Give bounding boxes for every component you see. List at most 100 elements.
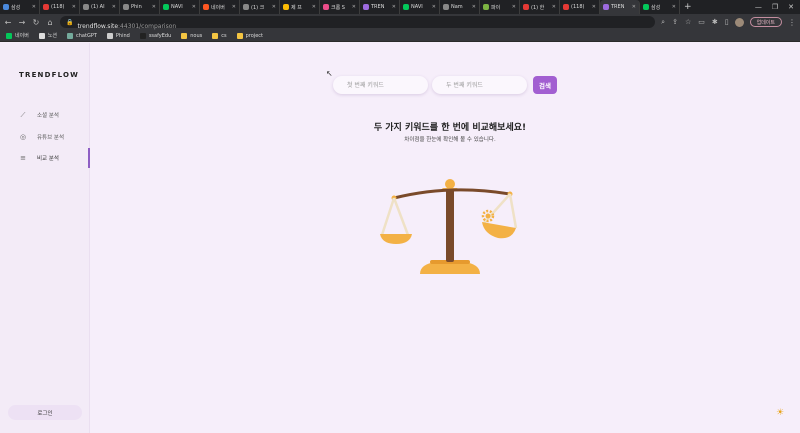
- app-logo[interactable]: TRENDFLOW: [19, 71, 79, 79]
- browser-tab[interactable]: 네이버 ✕: [200, 0, 240, 14]
- bookmark-label: project: [245, 32, 263, 39]
- star-icon[interactable]: ☆: [685, 18, 691, 27]
- url-field[interactable]: 🔒 trendflow.site:44301/comparison: [60, 16, 656, 30]
- tab-favicon-icon: [3, 4, 9, 10]
- scale-string: [508, 193, 518, 229]
- lock-icon: 🔒: [66, 18, 74, 26]
- tab-title: (118): [51, 4, 65, 10]
- bookmark-item[interactable]: cs: [212, 32, 227, 39]
- bookmark-item[interactable]: nous: [181, 32, 202, 39]
- tab-close-icon[interactable]: ✕: [312, 4, 316, 10]
- chart-line-icon: ⟋: [20, 110, 26, 119]
- tab-favicon-icon: [283, 4, 289, 10]
- tab-title: (1) 크: [251, 4, 265, 11]
- menu-dots-icon[interactable]: ⋮: [788, 18, 796, 27]
- sidebar-item-comparison[interactable]: ≡ 비교 분석: [0, 148, 90, 168]
- second-keyword-input[interactable]: [432, 76, 527, 94]
- bookmark-item[interactable]: ssafyEdu: [139, 32, 171, 39]
- scale-string: [392, 197, 410, 236]
- browser-tab[interactable]: (118) ✕: [40, 0, 80, 14]
- window-icon[interactable]: ▭: [698, 18, 705, 27]
- browser-tab[interactable]: 크롬 S ✕: [320, 0, 360, 14]
- tab-close-icon[interactable]: ✕: [72, 4, 76, 10]
- new-tab-button[interactable]: +: [680, 2, 696, 12]
- bookmark-icon: [67, 32, 74, 39]
- bookmark-item[interactable]: 네이버: [6, 32, 29, 39]
- tab-close-icon[interactable]: ✕: [632, 4, 636, 10]
- tab-title: NAVI: [171, 4, 183, 10]
- bookmark-label: 노션: [47, 33, 58, 39]
- tab-close-icon[interactable]: ✕: [392, 4, 396, 10]
- home-icon[interactable]: ⌂: [46, 18, 54, 27]
- close-window-icon[interactable]: ✕: [788, 3, 794, 11]
- sidebar-item-social[interactable]: ⟋ 소셜 분석: [0, 105, 90, 125]
- reload-icon[interactable]: ↻: [32, 18, 40, 27]
- sun-icon[interactable]: ☀: [776, 408, 784, 418]
- tab-close-icon[interactable]: ✕: [232, 4, 236, 10]
- tab-title: Nam: [451, 4, 463, 10]
- bookmark-item[interactable]: chatGPT: [67, 32, 97, 39]
- bookmarks-bar: 네이버 노션 chatGPT Phind ssafyEdu nous cs project: [0, 30, 800, 42]
- browser-tab[interactable]: 제 프 ✕: [280, 0, 320, 14]
- tab-title: 크롬 S: [331, 4, 345, 11]
- tab-close-icon[interactable]: ✕: [192, 4, 196, 10]
- update-button[interactable]: 업데이트: [749, 17, 782, 27]
- first-keyword-input[interactable]: [333, 76, 428, 94]
- browser-tab[interactable]: (1) 크 ✕: [240, 0, 280, 14]
- share-icon[interactable]: ⇪: [672, 18, 678, 27]
- tab-close-icon[interactable]: ✕: [112, 4, 116, 10]
- url-host: trendflow.site: [77, 22, 119, 30]
- browser-tab[interactable]: TREN ✕: [600, 0, 640, 14]
- browser-tab[interactable]: 삼성 ✕: [640, 0, 680, 14]
- tab-favicon-icon: [323, 4, 329, 10]
- back-icon[interactable]: ←: [4, 18, 12, 27]
- tab-title: 제 프: [291, 4, 302, 11]
- bookmark-icon: [139, 32, 146, 39]
- sliders-icon: ≡: [20, 154, 26, 162]
- tab-favicon-icon: [83, 4, 89, 10]
- tab-close-icon[interactable]: ✕: [32, 4, 36, 10]
- minimize-icon[interactable]: —: [755, 3, 762, 11]
- scale-knob: [445, 179, 455, 189]
- tab-favicon-icon: [403, 4, 409, 10]
- browser-tab[interactable]: TREN ✕: [360, 0, 400, 14]
- browser-tab[interactable]: NAVI ✕: [400, 0, 440, 14]
- zoom-icon[interactable]: ⌕: [661, 18, 665, 27]
- profile-avatar[interactable]: [734, 17, 744, 27]
- browser-tab[interactable]: 파이 ✕: [480, 0, 520, 14]
- tab-favicon-icon: [123, 4, 129, 10]
- app-page: TRENDFLOW ⟋ 소셜 분석 ◎ 유튜브 분석 ≡ 비교 분석 로그인 검…: [0, 43, 800, 433]
- extensions-icon[interactable]: ✱: [712, 18, 718, 27]
- forward-icon[interactable]: →: [18, 18, 26, 27]
- login-button[interactable]: 로그인: [8, 405, 82, 420]
- bookmark-icon: [236, 32, 243, 39]
- tab-title: TREN: [371, 4, 385, 10]
- tab-close-icon[interactable]: ✕: [472, 4, 476, 10]
- tab-close-icon[interactable]: ✕: [672, 4, 676, 10]
- browser-tab[interactable]: (1) 한 ✕: [520, 0, 560, 14]
- bookmark-label: 네이버: [15, 33, 29, 39]
- tab-close-icon[interactable]: ✕: [352, 4, 356, 10]
- browser-tab[interactable]: 삼성 ✕: [0, 0, 40, 14]
- tab-close-icon[interactable]: ✕: [552, 4, 556, 10]
- tab-close-icon[interactable]: ✕: [152, 4, 156, 10]
- tab-title: TREN: [611, 4, 625, 10]
- browser-tab[interactable]: (118) ✕: [560, 0, 600, 14]
- page-subline: 차이점을 한눈에 확인해 볼 수 있습니다.: [404, 137, 496, 143]
- sidebar-item-youtube[interactable]: ◎ 유튜브 분석: [0, 127, 90, 147]
- tab-favicon-icon: [243, 4, 249, 10]
- bookmark-item[interactable]: Phind: [106, 32, 130, 39]
- bookmark-item[interactable]: 노션: [38, 32, 58, 39]
- tab-close-icon[interactable]: ✕: [272, 4, 276, 10]
- tab-close-icon[interactable]: ✕: [432, 4, 436, 10]
- browser-tab[interactable]: Nam ✕: [440, 0, 480, 14]
- tab-close-icon[interactable]: ✕: [592, 4, 596, 10]
- bookmark-item[interactable]: project: [236, 32, 263, 39]
- restore-icon[interactable]: ❐: [772, 3, 778, 11]
- tab-title: 삼성: [11, 4, 21, 11]
- sidepanel-icon[interactable]: ▯: [725, 18, 729, 27]
- scale-left-pan: [380, 234, 412, 244]
- tab-favicon-icon: [203, 4, 209, 10]
- tab-close-icon[interactable]: ✕: [512, 4, 516, 10]
- search-button[interactable]: 검색: [533, 76, 557, 94]
